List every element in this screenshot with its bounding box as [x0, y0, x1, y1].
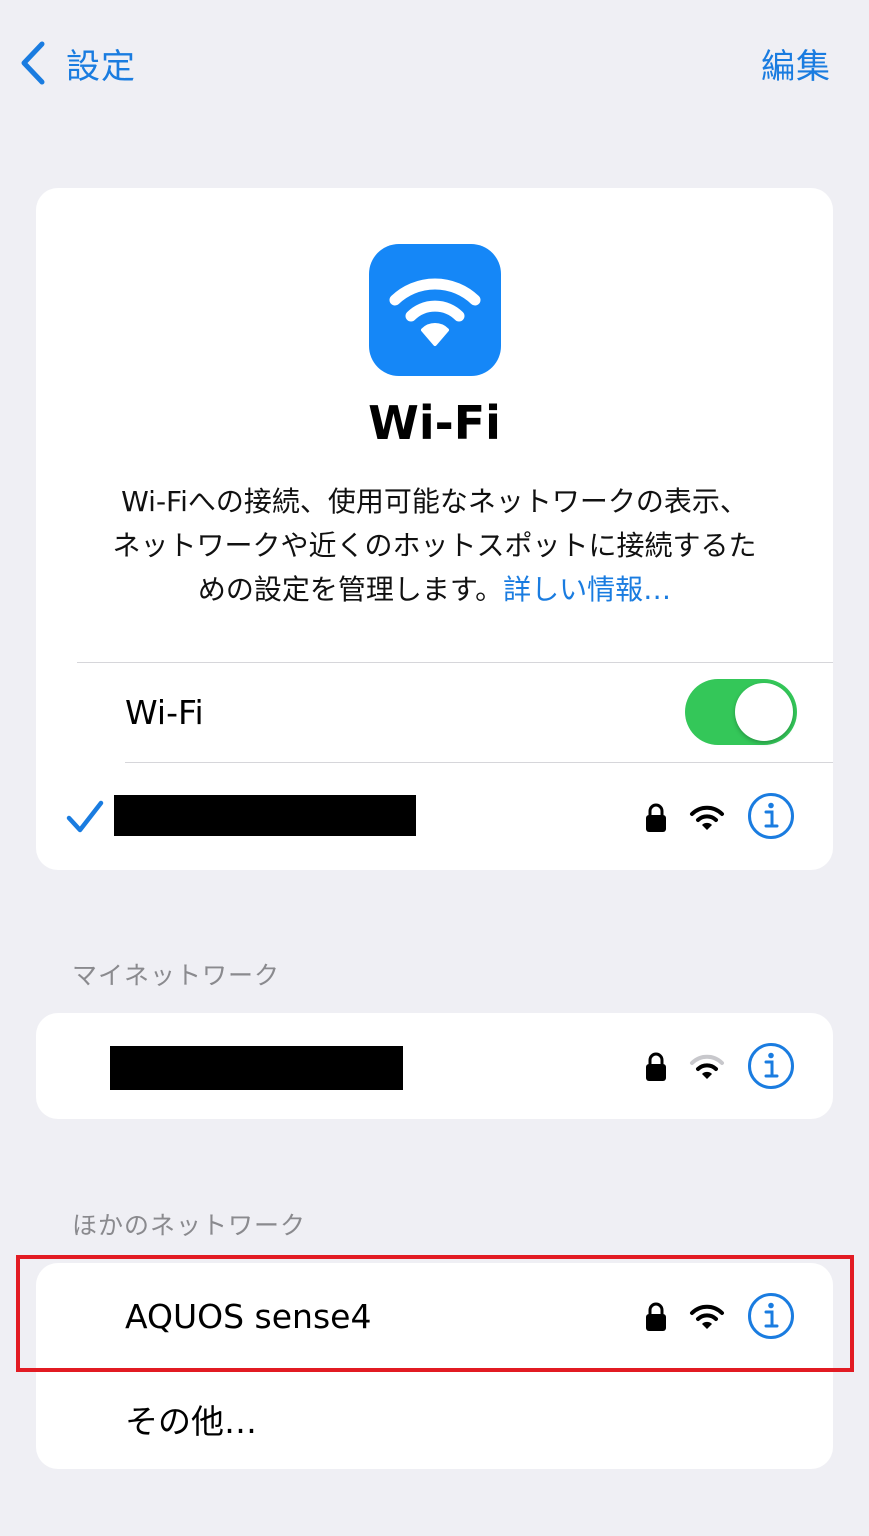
info-icon[interactable] [747, 792, 795, 840]
other-network-row[interactable]: その他… [36, 1369, 833, 1469]
info-icon[interactable] [747, 1042, 795, 1090]
wifi-toggle-row: Wi-Fi [36, 662, 833, 762]
description-text: めの設定を管理します。 [197, 573, 504, 606]
wifi-main-card: Wi-Fi Wi-Fiへの接続、使用可能なネットワークの表示、 ネットワークや近… [36, 188, 833, 870]
toggle-knob [735, 683, 793, 741]
connected-network-row[interactable] [36, 762, 833, 870]
redacted-network-name [114, 795, 416, 836]
other-network-label: その他… [125, 1402, 257, 1441]
wifi-icon [389, 278, 481, 346]
other-networks-header: ほかのネットワーク [72, 1211, 307, 1240]
description-line-1: Wi-Fiへの接続、使用可能なネットワークの表示、 [121, 485, 748, 518]
checkmark-icon [66, 800, 104, 833]
description-line-2: ネットワークや近くのホットスポットに接続するた [112, 529, 757, 562]
my-network-row[interactable] [36, 1013, 833, 1119]
wifi-settings-screen: 設定 編集 Wi-Fi Wi-Fiへの接続、使用可能なネットワークの表示、 ネッ… [0, 0, 869, 1536]
my-networks-header: マイネットワーク [72, 961, 281, 990]
chevron-left-icon [21, 41, 45, 85]
my-networks-card [36, 1013, 833, 1119]
lock-icon [646, 1052, 666, 1081]
highlight-box [16, 1255, 854, 1372]
back-button-label: 設定 [66, 46, 136, 87]
learn-more-link[interactable]: 詳しい情報… [503, 573, 671, 606]
page-title: Wi-Fi [368, 396, 501, 450]
wifi-toggle-label: Wi-Fi [125, 692, 204, 732]
edit-button[interactable]: 編集 [761, 38, 831, 88]
description-line-3: めの設定を管理します。詳しい情報… [66, 568, 803, 612]
wifi-description: Wi-Fiへの接続、使用可能なネットワークの表示、 ネットワークや近くのホットス… [66, 480, 803, 612]
wifi-signal-icon [690, 1054, 724, 1079]
redacted-network-name [110, 1046, 403, 1090]
wifi-app-icon [369, 244, 501, 376]
lock-icon [646, 803, 666, 832]
wifi-signal-icon [690, 805, 724, 830]
wifi-toggle-switch[interactable] [685, 679, 797, 745]
back-button[interactable]: 設定 [18, 38, 136, 88]
